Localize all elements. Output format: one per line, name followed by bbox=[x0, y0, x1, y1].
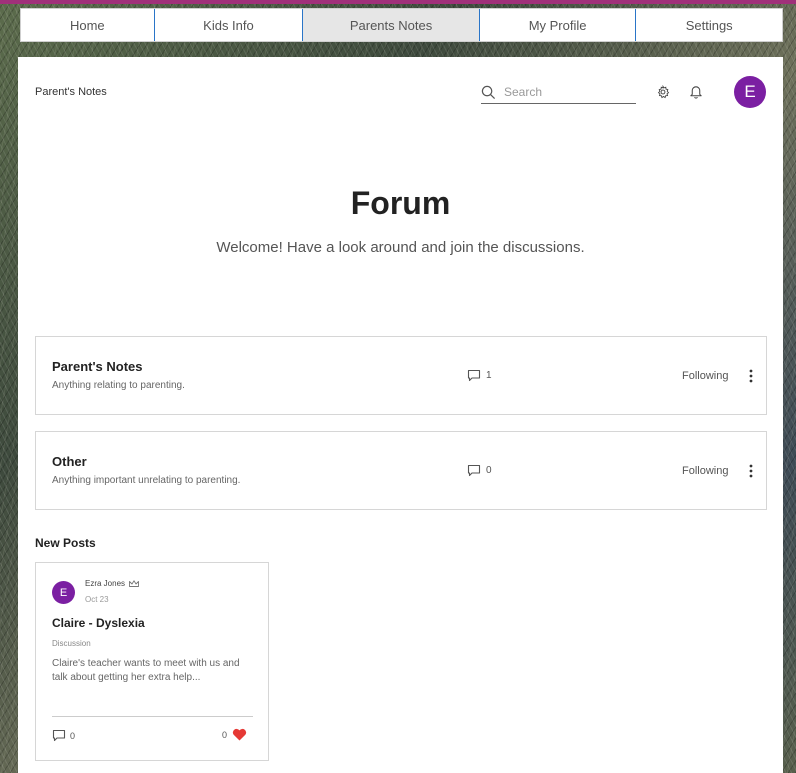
forum-panel: Parent's Notes E Forum Welcome! Have a l… bbox=[18, 57, 783, 773]
top-accent-line bbox=[0, 0, 796, 4]
comment-count-value: 0 bbox=[70, 730, 76, 741]
heart-icon bbox=[232, 728, 247, 741]
post-comment-count[interactable]: 0 bbox=[52, 729, 75, 742]
post-category[interactable]: Discussion bbox=[52, 639, 91, 648]
settings-button[interactable] bbox=[655, 84, 671, 100]
crown-icon bbox=[129, 580, 139, 587]
bell-icon bbox=[690, 86, 702, 99]
post-author[interactable]: Ezra Jones bbox=[85, 579, 139, 588]
post-date: Oct 23 bbox=[85, 595, 109, 604]
search-box[interactable] bbox=[481, 81, 636, 104]
new-posts-title: New Posts bbox=[35, 536, 96, 550]
nav-tab-settings[interactable]: Settings bbox=[636, 9, 782, 41]
user-avatar[interactable]: E bbox=[734, 76, 766, 108]
comment-count-value: 1 bbox=[486, 370, 492, 381]
post-divider bbox=[52, 716, 253, 717]
more-options-button[interactable] bbox=[741, 461, 761, 481]
post-title[interactable]: Claire - Dyslexia bbox=[52, 616, 145, 630]
category-comment-count: 1 bbox=[467, 369, 492, 382]
category-comment-count: 0 bbox=[467, 464, 492, 477]
following-button[interactable]: Following bbox=[682, 465, 728, 477]
post-card[interactable]: E Ezra Jones Oct 23 Claire - Dyslexia Di… bbox=[35, 562, 269, 761]
nav-tab-parents-notes[interactable]: Parents Notes bbox=[303, 9, 480, 41]
like-count: 0 bbox=[222, 729, 228, 740]
category-parents-notes[interactable]: Parent's Notes Anything relating to pare… bbox=[35, 336, 767, 415]
comment-icon bbox=[467, 464, 481, 477]
top-nav: Home Kids Info Parents Notes My Profile … bbox=[20, 8, 783, 42]
more-vertical-icon bbox=[749, 464, 753, 478]
post-author-avatar[interactable]: E bbox=[52, 581, 75, 604]
comment-icon bbox=[52, 729, 66, 742]
category-name: Parent's Notes bbox=[52, 359, 143, 374]
nav-tab-kids-info[interactable]: Kids Info bbox=[155, 9, 304, 41]
comment-icon bbox=[467, 369, 481, 382]
following-button[interactable]: Following bbox=[682, 370, 728, 382]
gear-icon bbox=[657, 85, 670, 99]
like-button[interactable]: 0 bbox=[222, 728, 247, 741]
category-description: Anything important unrelating to parenti… bbox=[52, 475, 241, 486]
search-input[interactable] bbox=[504, 85, 624, 99]
page-subtitle: Welcome! Have a look around and join the… bbox=[216, 239, 585, 256]
search-icon bbox=[481, 85, 496, 99]
more-options-button[interactable] bbox=[741, 366, 761, 386]
more-vertical-icon bbox=[749, 369, 753, 383]
page-title: Forum bbox=[350, 185, 451, 221]
category-other[interactable]: Other Anything important unrelating to p… bbox=[35, 431, 767, 510]
comment-count-value: 0 bbox=[486, 465, 492, 476]
nav-tab-my-profile[interactable]: My Profile bbox=[480, 9, 637, 41]
category-name: Other bbox=[52, 454, 87, 469]
nav-tab-home[interactable]: Home bbox=[21, 9, 155, 41]
forum-header-title[interactable]: Parent's Notes bbox=[35, 86, 107, 98]
notifications-button[interactable] bbox=[688, 83, 704, 100]
post-excerpt: Claire's teacher wants to meet with us a… bbox=[52, 658, 240, 683]
category-description: Anything relating to parenting. bbox=[52, 380, 185, 391]
post-author-name: Ezra Jones bbox=[85, 579, 126, 588]
